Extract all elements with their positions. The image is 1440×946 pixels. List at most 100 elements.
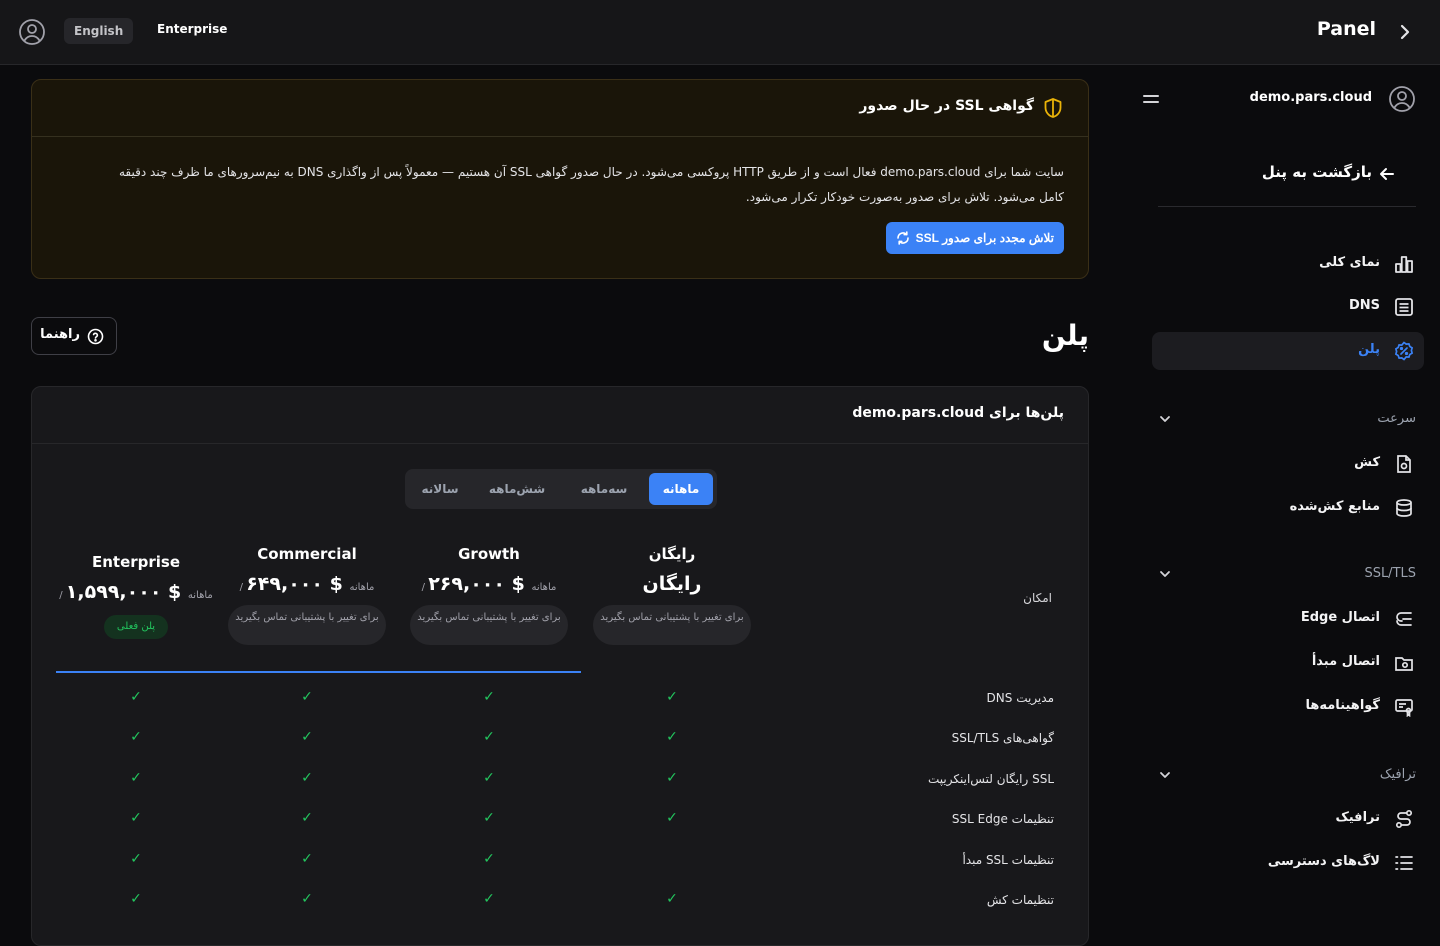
chevron-right-icon[interactable] [1396,22,1414,42]
chevron-down-icon [1160,416,1170,422]
current-plan-indicator [56,671,581,673]
sidebar-item-traffic[interactable]: ترافیک [1152,800,1424,838]
check-icon: ✓ [130,770,142,786]
shield-icon [1044,98,1062,118]
table-row: SSL رایگان لتس‌اینکریپت ✓ ✓ ✓ ✓ [56,760,1066,800]
site-header: demo.pars.cloud [1142,85,1416,115]
folder-link-icon [1395,657,1413,671]
tab-annual[interactable]: سالانه [409,473,471,505]
check-icon: ✓ [483,689,495,705]
check-icon: ✓ [130,729,142,745]
notice-line: سایت شما برای demo.pars.cloud فعال است و… [119,165,1064,179]
plan-column-commercial: Commercial / ماهانه $ ۶۴۹,۰۰۰ برای تغییر… [228,545,386,645]
panel-title: Panel [1316,18,1376,40]
plan-price: / ماهانه $ ۲۶۹,۰۰۰ [410,573,568,595]
sidebar-item-dns[interactable]: DNS [1152,288,1424,326]
check-icon: ✓ [301,689,313,705]
plan-column-enterprise: Enterprise / ماهانه $ ۱,۵۹۹,۰۰۰ پلن فعلی [57,553,215,639]
database-icon [1396,499,1412,517]
plans-header: پلن‌ها برای demo.pars.cloud [32,387,1088,444]
check-icon: ✓ [130,891,142,907]
arrow-left-icon [1380,168,1394,180]
feature-label: تنظیمات کش [986,893,1054,907]
plan-name: Commercial [257,545,357,563]
check-icon: ✓ [301,729,313,745]
language-button[interactable]: English [64,18,134,44]
back-to-panel-link[interactable]: بازگشت به پنل [1180,163,1396,187]
section-ssl-header[interactable]: SSL/TLS [1158,564,1416,584]
sidebar-item-label: گواهینامه‌ها [1305,698,1380,713]
price-value: $ ۶۴۹,۰۰۰ [246,573,343,595]
list-icon [1395,298,1413,316]
sidebar-item-edge-connection[interactable]: اتصال Edge [1152,600,1424,638]
check-icon: ✓ [301,851,313,867]
feature-label: تنظیمات SSL Edge [951,812,1054,826]
sidebar-item-overview[interactable]: نمای کلی [1152,245,1424,283]
sidebar-item-label: اتصال Edge [1300,610,1380,625]
sidebar-item-cached-resources[interactable]: منابع کش‌شده [1152,489,1424,527]
bar-chart-icon [1395,256,1413,273]
guide-button[interactable]: راهنما [31,317,117,355]
sidebar-item-origin-connection[interactable]: اتصال مبدأ [1152,644,1424,682]
check-icon: ✓ [483,851,495,867]
tab-semiannual[interactable]: شش‌ماهه [475,473,559,505]
sidebar-item-label: نمای کلی [1319,255,1380,270]
sidebar-item-label: اتصال مبدأ [1311,654,1380,669]
retry-label: تلاش مجدد برای صدور SSL [915,231,1054,245]
feature-label: تنظیمات SSL مبدأ [962,853,1054,867]
plan-column-growth: Growth / ماهانه $ ۲۶۹,۰۰۰ برای تغییر با … [410,545,568,645]
check-icon: ✓ [483,729,495,745]
plan-price: / ماهانه $ ۶۴۹,۰۰۰ [228,573,386,595]
main-content: گواهی SSL در حال صدور سایت شما برای demo… [31,79,1089,946]
section-label: سرعت [1377,411,1416,426]
plan-name: Growth [458,545,520,563]
check-icon: ✓ [483,770,495,786]
feature-label: گواهی‌های SSL/TLS [951,731,1054,745]
contact-support-note: برای تغییر با پشتیبانی تماس بگیرید [593,605,751,645]
chevron-down-icon [1160,571,1170,577]
check-icon: ✓ [130,689,142,705]
sidebar-item-certificates[interactable]: گواهینامه‌ها [1152,688,1424,726]
check-icon: ✓ [301,891,313,907]
section-speed-header[interactable]: سرعت [1158,409,1416,429]
check-icon: ✓ [483,891,495,907]
tab-quarterly[interactable]: سه‌ماهه [563,473,645,505]
check-icon: ✓ [666,891,678,907]
check-icon: ✓ [130,810,142,826]
sidebar-item-plan[interactable]: پلن [1152,332,1424,370]
check-icon: ✓ [301,810,313,826]
top-bar: English Enterprise Panel [0,0,1440,65]
feature-column-header: امکان [1023,591,1052,605]
section-label: SSL/TLS [1364,566,1416,581]
tab-monthly[interactable]: ماهانه [649,473,713,505]
retry-ssl-button[interactable]: تلاش مجدد برای صدور SSL [885,222,1064,254]
feature-label: مدیریت DNS [986,691,1054,705]
certificate-icon [1395,699,1413,717]
contact-support-note: برای تغییر با پشتیبانی تماس بگیرید [410,605,568,645]
notice-header: گواهی SSL در حال صدور [32,80,1088,137]
menu-icon[interactable] [1142,91,1160,107]
sidebar-item-cache[interactable]: کش [1152,445,1424,483]
section-label: ترافیک [1379,767,1416,782]
check-icon: ✓ [483,810,495,826]
check-icon: ✓ [666,729,678,745]
table-row: تنظیمات SSL Edge ✓ ✓ ✓ ✓ [56,800,1066,840]
notice-line: کامل می‌شود. تلاش برای صدور به‌صورت خودک… [745,190,1064,204]
price-value: $ ۲۶۹,۰۰۰ [428,573,525,595]
table-row: مدیریت DNS ✓ ✓ ✓ ✓ [56,679,1066,719]
check-icon: ✓ [666,810,678,826]
ssl-issuing-notice: گواهی SSL در حال صدور سایت شما برای demo… [31,79,1089,279]
current-plan-badge: پلن فعلی [104,615,168,639]
plans-title: پلن‌ها برای demo.pars.cloud [852,405,1064,421]
check-icon: ✓ [301,770,313,786]
billing-period-tabs: ماهانه سه‌ماهه شش‌ماهه سالانه [405,469,717,509]
avatar-icon[interactable] [1388,85,1416,113]
sidebar-item-access-logs[interactable]: لاگ‌های دسترسی [1152,844,1424,882]
check-icon: ✓ [130,851,142,867]
section-traffic-header[interactable]: ترافیک [1158,765,1416,785]
chevron-down-icon [1160,772,1170,778]
sidebar: demo.pars.cloud بازگشت به پنل نمای کلی D… [1136,65,1440,900]
feature-label: SSL رایگان لتس‌اینکریپت [928,772,1054,786]
user-circle-icon[interactable] [18,18,46,46]
plan-column-free: رایگان رایگان برای تغییر با پشتیبانی تما… [593,545,751,645]
